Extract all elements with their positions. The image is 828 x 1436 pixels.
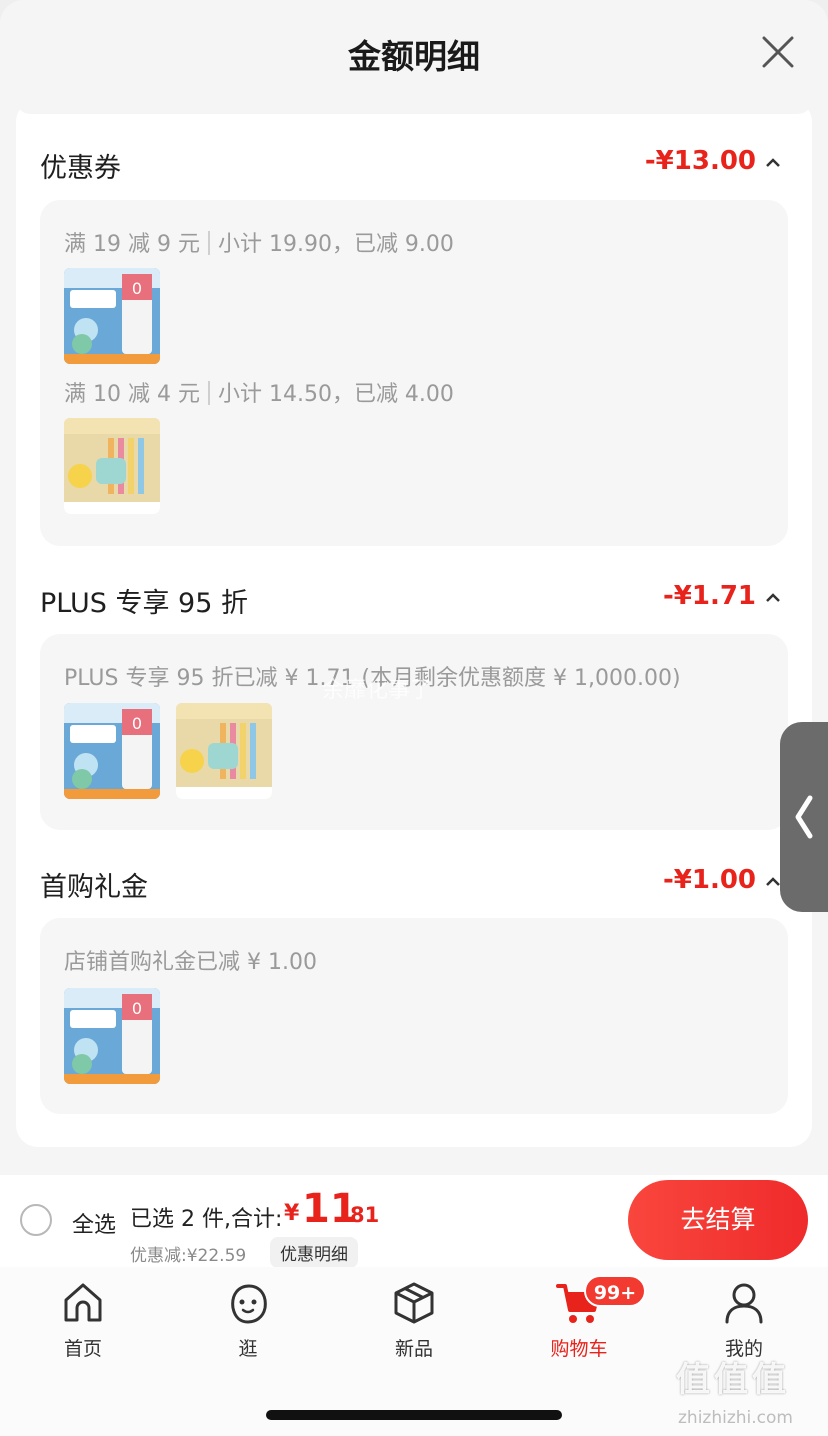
site-watermark-url: zhizhizhi.com xyxy=(678,1408,793,1428)
sheet-header: 金额明细 xyxy=(0,0,828,100)
coupon-rule-2-detail: 小计 14.50，已减 4.00 xyxy=(217,382,454,407)
first-purchase-amount: -¥1.00 xyxy=(662,865,756,895)
divider xyxy=(207,381,210,405)
box-icon xyxy=(394,1282,434,1324)
tab-mine[interactable]: 我的 xyxy=(684,1278,804,1361)
overlay-watermark: 余靡化事了 xyxy=(322,678,433,703)
chevron-up-icon[interactable] xyxy=(764,156,782,170)
discount-detail-button[interactable]: 优惠明细 xyxy=(270,1237,358,1268)
plus-amount: -¥1.71 xyxy=(662,581,756,611)
chevron-up-icon[interactable] xyxy=(764,591,782,605)
close-icon xyxy=(762,36,794,68)
tab-home[interactable]: 首页 xyxy=(23,1278,143,1361)
product-thumb-toothpaste[interactable]: 0 xyxy=(64,268,160,364)
home-icon xyxy=(64,1283,102,1322)
site-watermark-logo: 值值值 xyxy=(676,1360,790,1400)
divider xyxy=(207,231,210,255)
discount-total: 优惠减:¥22.59 xyxy=(130,1246,247,1266)
tab-browse[interactable]: 逛 xyxy=(188,1278,308,1361)
coupon-section-title: 优惠券 xyxy=(40,153,121,184)
svg-text:0: 0 xyxy=(132,279,142,298)
close-button[interactable] xyxy=(756,30,800,74)
coupon-rule-1: 满 19 减 9 元小计 19.90，已减 9.00 xyxy=(64,226,454,258)
tab-browse-label: 逛 xyxy=(238,1338,258,1360)
user-icon xyxy=(725,1283,763,1324)
tab-home-label: 首页 xyxy=(63,1338,102,1360)
coupon-rule-2-text: 满 10 减 4 元 xyxy=(64,382,200,407)
previous-section-edge xyxy=(16,100,812,114)
coupon-rule-2: 满 10 减 4 元小计 14.50，已减 4.00 xyxy=(64,376,454,408)
product-thumb-toothbrush[interactable] xyxy=(176,703,272,799)
total-decimal: .81 xyxy=(342,1203,380,1227)
tab-new[interactable]: 新品 xyxy=(354,1278,474,1361)
sheet-title: 金额明细 xyxy=(348,37,480,76)
selected-count: 已选 2 件,合计: xyxy=(130,1207,283,1232)
coupon-amount: -¥13.00 xyxy=(644,146,756,176)
svg-text:0: 0 xyxy=(132,999,142,1018)
product-thumb-toothbrush[interactable] xyxy=(64,418,160,514)
product-thumb-toothpaste[interactable]: 0 xyxy=(64,988,160,1084)
product-thumb-toothpaste[interactable]: 0 xyxy=(64,703,160,799)
checkout-button[interactable]: 去结算 xyxy=(628,1180,808,1260)
coupon-rule-1-text: 满 19 减 9 元 xyxy=(64,232,200,257)
first-purchase-section-title: 首购礼金 xyxy=(40,872,148,903)
total-currency: ¥ xyxy=(284,1201,300,1226)
home-indicator[interactable] xyxy=(266,1410,562,1420)
select-all-label[interactable]: 全选 xyxy=(72,1207,116,1239)
tab-new-label: 新品 xyxy=(394,1338,433,1360)
side-collapse-tab[interactable] xyxy=(780,722,828,912)
cart-count-badge: 99+ xyxy=(584,1275,646,1307)
coupon-rule-1-detail: 小计 19.90，已减 9.00 xyxy=(217,232,454,257)
face-icon xyxy=(231,1284,267,1324)
plus-section-title: PLUS 专享 95 折 xyxy=(40,588,248,619)
chevron-left-icon xyxy=(795,795,813,839)
select-all-checkbox[interactable] xyxy=(20,1204,52,1236)
svg-text:0: 0 xyxy=(132,714,142,733)
first-purchase-rule: 店铺首购礼金已减 ¥ 1.00 xyxy=(64,950,317,975)
tab-cart-label: 购物车 xyxy=(550,1338,608,1360)
